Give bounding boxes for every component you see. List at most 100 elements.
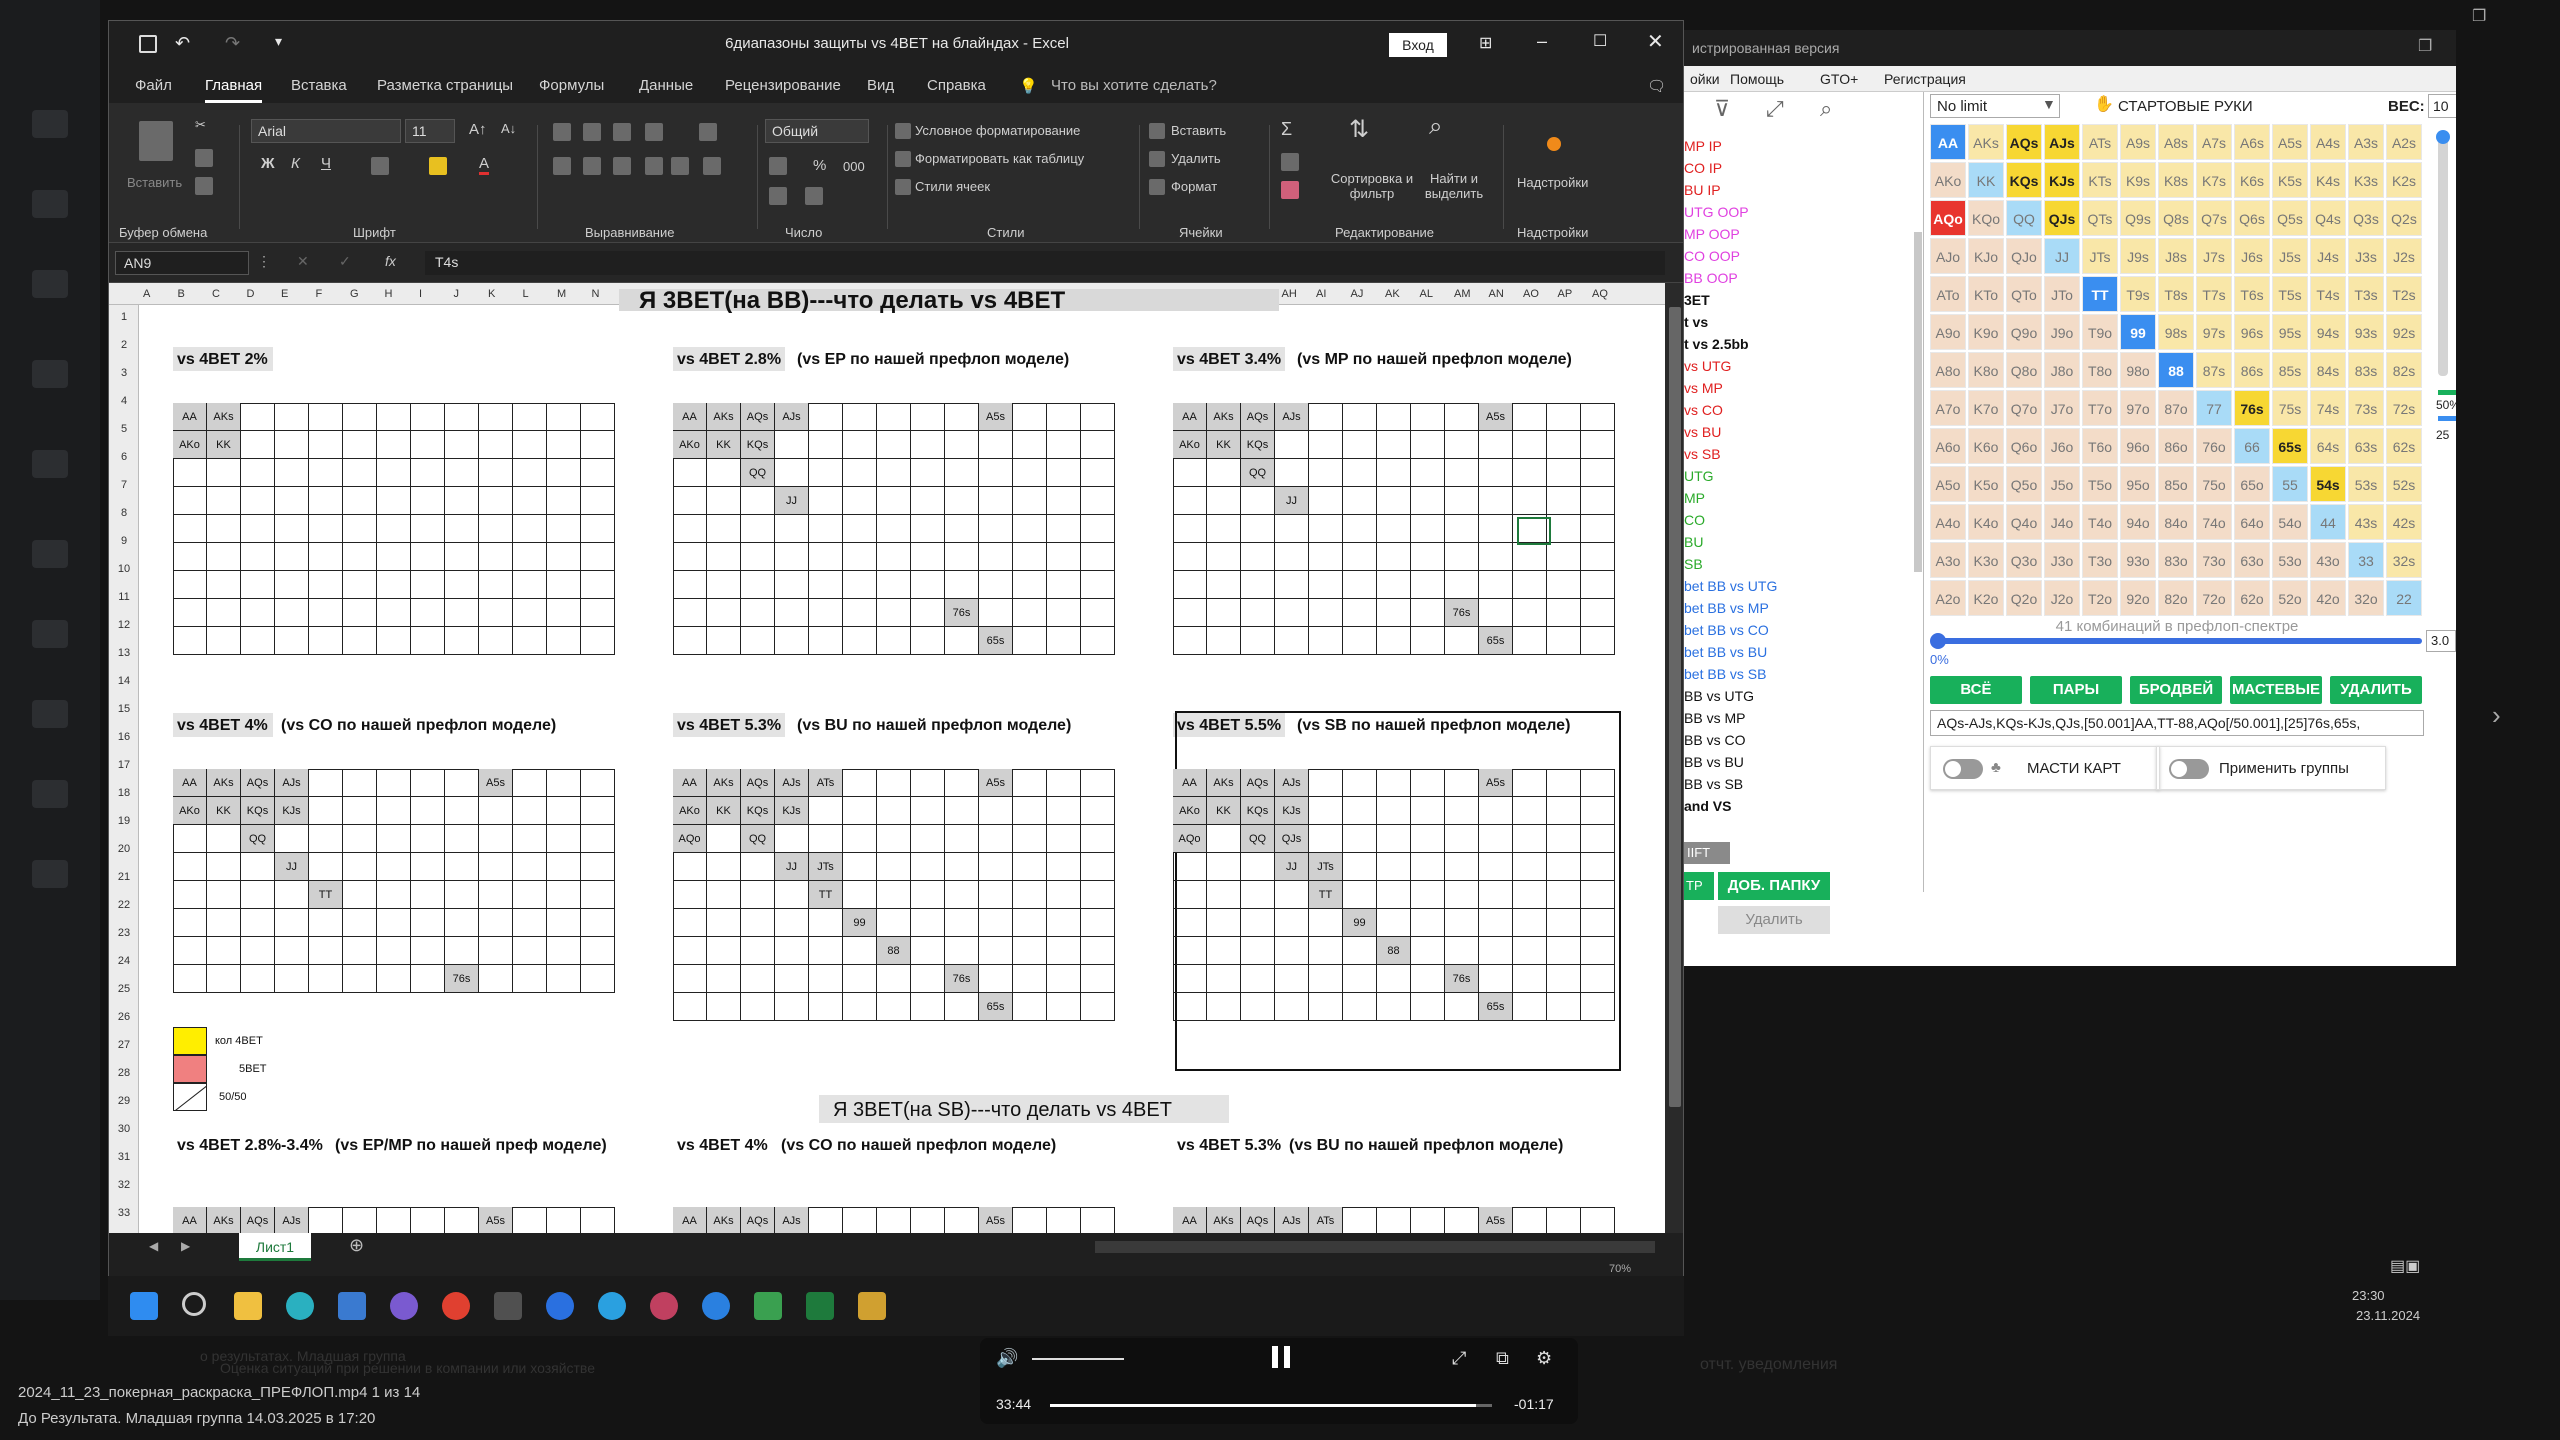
range-cell[interactable] <box>1445 459 1479 487</box>
range-list-item[interactable]: CO OOP <box>1684 248 1740 264</box>
range-list-item[interactable]: vs CO <box>1684 402 1723 418</box>
weight-slider-thumb[interactable] <box>2436 130 2450 144</box>
range-list-item[interactable]: BB vs SB <box>1684 776 1743 792</box>
range-cell[interactable] <box>809 825 843 853</box>
range-cell[interactable] <box>741 881 775 909</box>
range-cell[interactable] <box>1173 965 1207 993</box>
hand-cell[interactable]: Q8s <box>2158 200 2194 236</box>
next-video-icon[interactable]: › <box>2492 700 2501 731</box>
range-cell[interactable] <box>1309 627 1343 655</box>
file-explorer-icon[interactable] <box>234 1292 262 1320</box>
range-cell[interactable] <box>343 881 377 909</box>
range-cell[interactable]: AKs <box>207 769 241 797</box>
range-cell[interactable] <box>1377 881 1411 909</box>
range-cell[interactable] <box>911 487 945 515</box>
range-cell[interactable] <box>513 487 547 515</box>
range-cell[interactable] <box>1207 515 1241 543</box>
select-all-button[interactable]: ВСЁ <box>1930 676 2022 704</box>
range-cell[interactable] <box>1275 937 1309 965</box>
range-cell[interactable] <box>1013 1207 1047 1235</box>
hand-cell[interactable]: 42o <box>2310 580 2346 616</box>
hand-cell[interactable]: 83s <box>2348 352 2384 388</box>
range-cell[interactable]: ATs <box>1309 1207 1343 1235</box>
pairs-button[interactable]: ПАРЫ <box>2030 676 2122 704</box>
range-cell[interactable] <box>877 909 911 937</box>
hand-cell[interactable]: JTo <box>2044 276 2080 312</box>
range-cell[interactable] <box>707 515 741 543</box>
range-cell[interactable] <box>911 599 945 627</box>
hand-cell[interactable]: A6s <box>2234 124 2270 160</box>
hand-cell[interactable]: Q5s <box>2272 200 2308 236</box>
hand-cell[interactable]: Q9s <box>2120 200 2156 236</box>
range-cell[interactable] <box>1581 993 1615 1021</box>
range-cell[interactable] <box>673 881 707 909</box>
range-cell[interactable] <box>877 459 911 487</box>
range-cell[interactable] <box>173 571 207 599</box>
hand-cell[interactable]: 64o <box>2234 504 2270 540</box>
range-cell[interactable] <box>1581 599 1615 627</box>
hand-cell[interactable]: 54o <box>2272 504 2308 540</box>
range-slider-thumb[interactable] <box>1930 633 1946 649</box>
range-cell[interactable] <box>275 599 309 627</box>
hand-cell[interactable]: 99 <box>2120 314 2156 350</box>
range-cell[interactable] <box>343 459 377 487</box>
range-cell[interactable] <box>309 543 343 571</box>
hand-cell[interactable]: ATs <box>2082 124 2118 160</box>
range-cell[interactable] <box>547 853 581 881</box>
range-cell[interactable] <box>1309 909 1343 937</box>
range-cell[interactable] <box>309 797 343 825</box>
range-cell[interactable] <box>775 515 809 543</box>
range-cell[interactable] <box>1547 599 1581 627</box>
range-cell[interactable] <box>979 937 1013 965</box>
range-cell[interactable] <box>513 769 547 797</box>
range-cell[interactable] <box>1013 403 1047 431</box>
range-cell[interactable] <box>1309 571 1343 599</box>
limit-select[interactable]: No limit <box>1930 94 2060 118</box>
range-cell[interactable] <box>911 909 945 937</box>
range-cell[interactable] <box>479 965 513 993</box>
range-cell[interactable] <box>207 571 241 599</box>
range-cell[interactable] <box>1547 881 1581 909</box>
range-cell[interactable] <box>775 459 809 487</box>
range-cell[interactable]: 65s <box>1479 993 1513 1021</box>
range-cell[interactable] <box>945 881 979 909</box>
range-cell[interactable] <box>1377 627 1411 655</box>
range-cell[interactable] <box>979 797 1013 825</box>
range-cell[interactable]: AQo <box>673 825 707 853</box>
range-cell[interactable] <box>581 769 615 797</box>
hand-cell[interactable]: T7s <box>2196 276 2232 312</box>
hand-cell[interactable]: 32s <box>2386 542 2422 578</box>
range-cell[interactable] <box>1547 825 1581 853</box>
range-cell[interactable] <box>513 627 547 655</box>
range-cell[interactable] <box>1081 797 1115 825</box>
range-cell[interactable] <box>1343 571 1377 599</box>
range-cell[interactable] <box>1547 543 1581 571</box>
range-cell[interactable] <box>945 853 979 881</box>
range-cell[interactable] <box>1241 543 1275 571</box>
range-cell[interactable]: AKs <box>1207 769 1241 797</box>
range-cell[interactable] <box>809 937 843 965</box>
hand-cell[interactable]: QJs <box>2044 200 2080 236</box>
range-cell[interactable] <box>445 825 479 853</box>
range-cell[interactable] <box>1013 881 1047 909</box>
range-cell[interactable] <box>513 797 547 825</box>
range-cell[interactable] <box>945 769 979 797</box>
range-cell[interactable] <box>309 769 343 797</box>
range-cell[interactable] <box>1479 825 1513 853</box>
range-cell[interactable] <box>1309 937 1343 965</box>
range-cell[interactable] <box>1479 853 1513 881</box>
range-cell[interactable] <box>1081 769 1115 797</box>
filter-icon[interactable]: ⊽ <box>1714 96 1730 122</box>
range-cell[interactable]: QQ <box>741 825 775 853</box>
hand-cell[interactable]: 84s <box>2310 352 2346 388</box>
desktop-icon[interactable] <box>32 360 68 388</box>
prev-sheet-icon[interactable]: ◀ <box>149 1239 158 1253</box>
range-cell[interactable] <box>1547 403 1581 431</box>
hand-cell[interactable]: 86o <box>2158 428 2194 464</box>
hand-cell[interactable]: K2o <box>1968 580 2004 616</box>
range-cell[interactable] <box>843 543 877 571</box>
range-cell[interactable] <box>1513 965 1547 993</box>
range-cell[interactable] <box>1479 937 1513 965</box>
range-cell[interactable] <box>581 571 615 599</box>
range-cell[interactable] <box>775 993 809 1021</box>
